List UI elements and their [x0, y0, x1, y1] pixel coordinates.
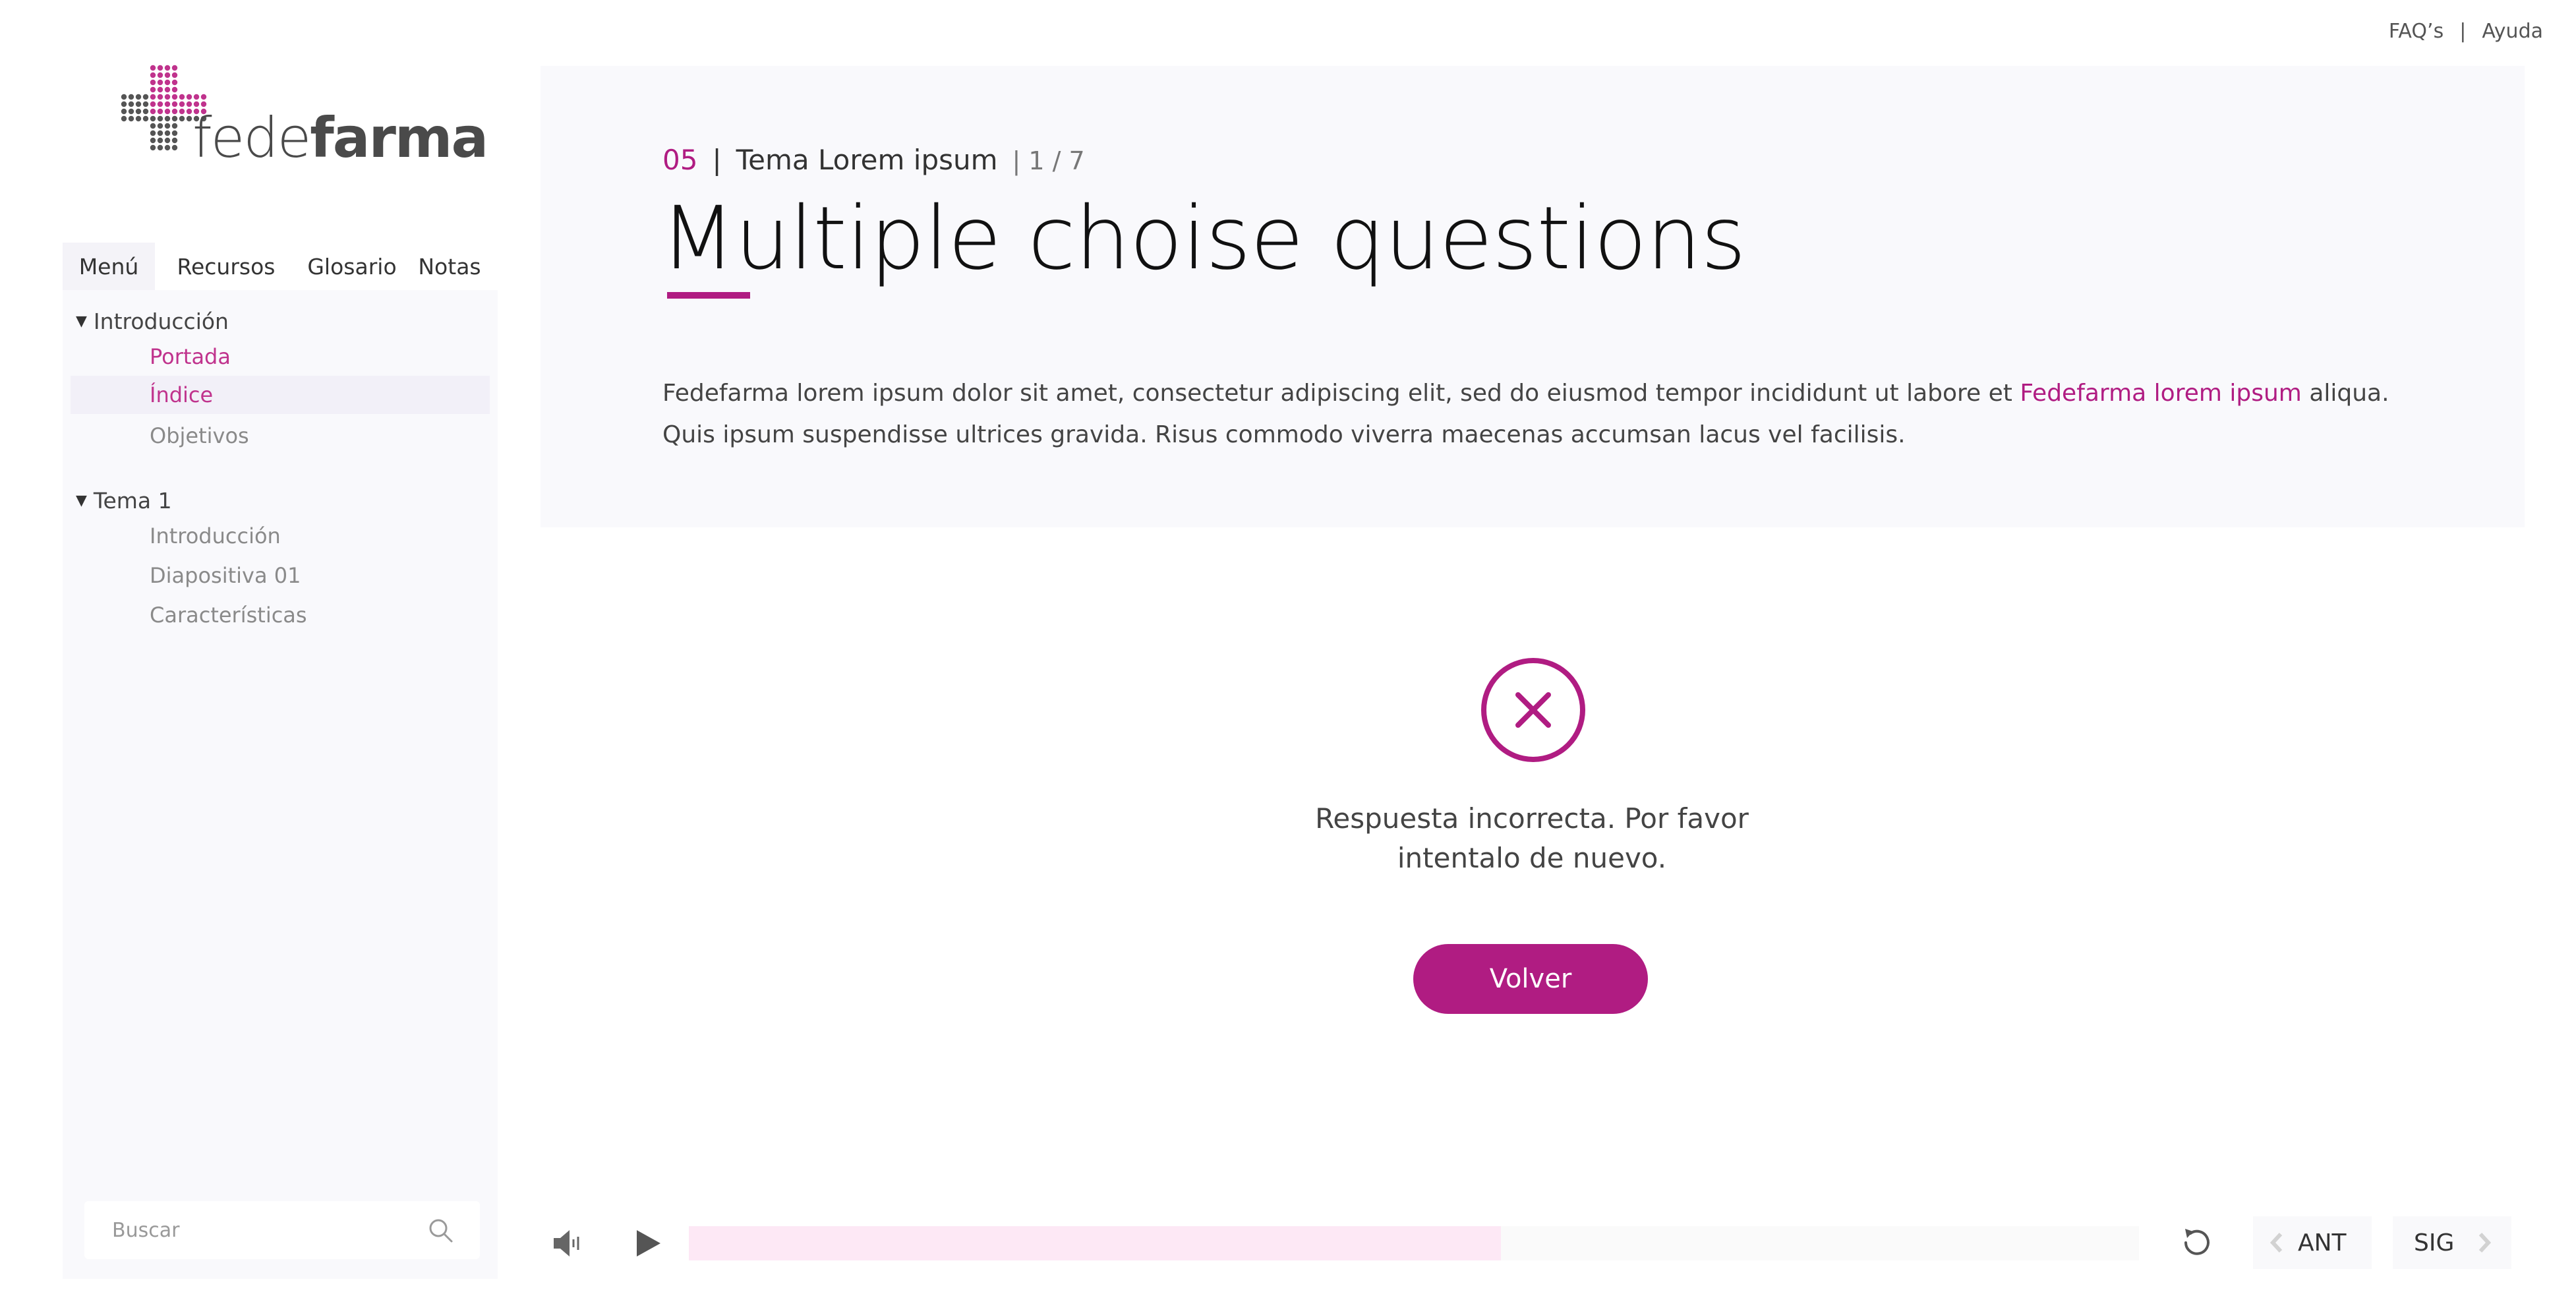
- next-label: SIG: [2414, 1229, 2455, 1256]
- breadcrumb: 05 | Tema Lorem ipsum | 1 / 7: [662, 144, 1085, 176]
- menu-item-diapositiva-01[interactable]: Diapositiva 01: [71, 556, 490, 595]
- chevron-right-icon: [2479, 1232, 2492, 1253]
- menu-section-title: Introducción: [93, 309, 229, 334]
- page-counter: | 1 / 7: [1012, 146, 1085, 175]
- search-input[interactable]: [111, 1218, 427, 1243]
- progress-bar[interactable]: [689, 1226, 2139, 1260]
- sidebar-menu-panel: ▼ Introducción Portada Índice Objetivos …: [63, 290, 498, 1279]
- content-header: 05 | Tema Lorem ipsum | 1 / 7 Multiple c…: [541, 66, 2525, 527]
- progress-bar-fill: [689, 1226, 1501, 1260]
- feedback-message-line1: Respuesta incorrecta. Por favor: [1315, 802, 1749, 835]
- section-number: 05: [662, 144, 698, 176]
- tab-notas[interactable]: Notas: [407, 243, 492, 290]
- close-circle-icon: [1481, 658, 1585, 762]
- menu-section-introduccion[interactable]: ▼ Introducción: [76, 309, 229, 334]
- intro-text-part1: Fedefarma lorem ipsum dolor sit amet, co…: [662, 380, 2020, 407]
- tab-glosario[interactable]: Glosario: [297, 243, 407, 290]
- tab-recursos[interactable]: Recursos: [155, 243, 297, 290]
- page-title: Multiple choise questions: [660, 188, 1746, 289]
- next-button[interactable]: SIG: [2393, 1216, 2511, 1269]
- caret-down-icon: ▼: [76, 313, 87, 330]
- feedback-message: Respuesta incorrecta. Por favor intental…: [1222, 799, 1842, 878]
- top-links-separator: |: [2459, 20, 2467, 43]
- play-icon[interactable]: [633, 1227, 663, 1259]
- volume-icon[interactable]: [551, 1226, 585, 1260]
- breadcrumb-separator: |: [712, 144, 722, 176]
- help-link[interactable]: Ayuda: [2482, 20, 2543, 43]
- chevron-left-icon: [2269, 1232, 2283, 1253]
- search-box: [84, 1201, 480, 1259]
- sidebar-tabs: Menú Recursos Glosario Notas: [63, 243, 498, 290]
- prev-button[interactable]: ANT: [2253, 1216, 2372, 1269]
- prev-label: ANT: [2298, 1229, 2347, 1256]
- reload-icon[interactable]: [2177, 1222, 2217, 1263]
- intro-text-line2: Quis ipsum suspendisse ultrices gravida.…: [662, 421, 1906, 448]
- menu-item-portada[interactable]: Portada: [71, 338, 490, 376]
- caret-down-icon: ▼: [76, 492, 87, 509]
- tab-menu[interactable]: Menú: [63, 243, 155, 290]
- menu-item-indice[interactable]: Índice: [71, 376, 490, 414]
- menu-item-introduccion[interactable]: Introducción: [71, 517, 490, 555]
- menu-section-title: Tema 1: [93, 488, 172, 514]
- feedback-message-line2: intentalo de nuevo.: [1397, 842, 1667, 874]
- fedefarma-logo[interactable]: fedefarma: [119, 63, 488, 175]
- logo-wordmark: fedefarma: [192, 105, 488, 170]
- menu-section-tema-1[interactable]: ▼ Tema 1: [76, 488, 172, 514]
- topic-name: Tema Lorem ipsum: [736, 144, 998, 176]
- title-underline: [667, 292, 750, 299]
- volver-button[interactable]: Volver: [1413, 944, 1648, 1014]
- top-links: FAQ’s | Ayuda: [2389, 20, 2543, 43]
- faq-link[interactable]: FAQ’s: [2389, 20, 2444, 43]
- menu-item-caracteristicas[interactable]: Características: [71, 596, 490, 634]
- search-icon[interactable]: [427, 1217, 454, 1243]
- menu-item-objetivos[interactable]: Objetivos: [71, 417, 490, 455]
- intro-text-part2: aliqua.: [2301, 380, 2389, 407]
- intro-paragraph: Fedefarma lorem ipsum dolor sit amet, co…: [662, 372, 2442, 456]
- intro-highlight: Fedefarma lorem ipsum: [2020, 380, 2302, 407]
